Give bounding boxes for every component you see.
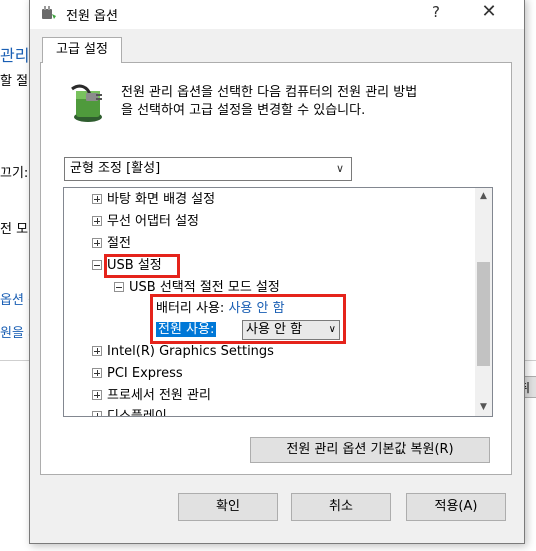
tree-item-usb-selective-suspend[interactable]: USB 선택적 절전 모드 설정	[114, 278, 280, 298]
chevron-down-icon: ∨	[328, 324, 336, 335]
tree-item-label: 프로세서 전원 관리	[107, 388, 211, 403]
bg-text-fragment: 끄기:	[0, 166, 29, 181]
plugged-in-value: 사용 안 함	[246, 322, 303, 337]
plugged-in-value-select[interactable]: 사용 안 함 ∨	[242, 320, 340, 340]
tab-advanced-settings[interactable]: 고급 설정	[42, 37, 122, 63]
tree-item-plugged-in[interactable]: 전원 사용:	[156, 320, 217, 340]
description-text: 전원 관리 옵션을 선택한 다음 컴퓨터의 전원 관리 방법 을 선택하여 고급…	[121, 84, 501, 120]
settings-tree[interactable]: 바탕 화면 배경 설정 무선 어댑터 설정 절전 USB 설정 USB 선택적 …	[63, 187, 493, 417]
chevron-down-icon: ∨	[335, 162, 344, 175]
battery-label: 배터리 사용:	[156, 301, 225, 316]
power-plan-value: 균형 조정 [활성]	[70, 161, 161, 176]
tree-item-label: PCI Express	[107, 366, 183, 381]
restore-defaults-button[interactable]: 전원 관리 옵션 기본값 복원(R)	[250, 437, 490, 463]
bg-text-fragment: 할 절	[0, 74, 29, 89]
tree-item-pci-express[interactable]: PCI Express	[92, 364, 183, 384]
tree-item-wireless-adapter[interactable]: 무선 어댑터 설정	[92, 212, 199, 232]
tree-item-label: 무선 어댑터 설정	[107, 214, 199, 229]
cancel-button[interactable]: 취소	[291, 493, 391, 521]
tree-item-on-battery[interactable]: 배터리 사용: 사용 안 함	[156, 299, 285, 319]
close-button[interactable]: ✕	[474, 1, 504, 22]
dialog-title: 전원 옵션	[66, 9, 118, 24]
battery-value-link[interactable]: 사용 안 함	[228, 301, 284, 316]
expand-plus-icon[interactable]	[92, 194, 102, 204]
help-button[interactable]: ?	[426, 3, 446, 21]
expand-plus-icon[interactable]	[92, 390, 102, 400]
tree-item-label: 바탕 화면 배경 설정	[107, 192, 216, 207]
tree-item-label: 디스플레이	[107, 409, 167, 417]
plugged-in-label: 전원 사용:	[156, 322, 217, 337]
collapse-minus-icon[interactable]	[114, 282, 124, 292]
expand-plus-icon[interactable]	[92, 216, 102, 226]
power-plan-select[interactable]: 균형 조정 [활성] ∨	[64, 157, 352, 181]
tree-item-label: USB 선택적 절전 모드 설정	[129, 280, 280, 295]
tree-item-usb-settings[interactable]: USB 설정	[92, 256, 162, 276]
apply-button[interactable]: 적용(A)	[406, 493, 506, 521]
expand-plus-icon[interactable]	[92, 346, 102, 356]
bg-text-fragment: 전 모	[0, 222, 29, 237]
description-line: 을 선택하여 고급 설정을 변경할 수 있습니다.	[121, 103, 366, 118]
tree-item-sleep[interactable]: 절전	[92, 234, 131, 254]
tree-item-processor-power[interactable]: 프로세서 전원 관리	[92, 386, 211, 406]
tree-item-intel-graphics[interactable]: Intel(R) Graphics Settings	[92, 342, 274, 362]
scroll-down-arrow-icon[interactable]: ▼	[475, 399, 492, 416]
tree-item-display[interactable]: 디스플레이	[92, 407, 167, 417]
description-line: 전원 관리 옵션을 선택한 다음 컴퓨터의 전원 관리 방법	[121, 85, 418, 100]
advanced-settings-panel: 전원 관리 옵션을 선택한 다음 컴퓨터의 전원 관리 방법 을 선택하여 고급…	[40, 62, 512, 475]
battery-plug-icon	[71, 84, 102, 122]
bg-title-fragment: 관리	[0, 46, 30, 65]
expand-plus-icon[interactable]	[92, 238, 102, 248]
power-options-dialog: 전원 옵션 ? ✕ 고급 설정 전원 관리 옵션을 선택한 다음 컴퓨터의 전원…	[29, 0, 525, 544]
expand-plus-icon[interactable]	[92, 411, 102, 416]
tree-item-label: Intel(R) Graphics Settings	[107, 344, 274, 359]
title-bar[interactable]: 전원 옵션 ? ✕	[30, 0, 524, 29]
tree-item-desktop-background[interactable]: 바탕 화면 배경 설정	[92, 190, 215, 210]
tree-scrollbar[interactable]: ▲ ▼	[475, 188, 492, 416]
tree-item-label: 절전	[107, 236, 131, 251]
tree-item-label: USB 설정	[107, 258, 162, 273]
collapse-minus-icon[interactable]	[92, 260, 102, 270]
expand-plus-icon[interactable]	[92, 368, 102, 378]
scrollbar-thumb[interactable]	[477, 262, 490, 366]
power-options-icon	[42, 6, 56, 19]
scroll-up-arrow-icon[interactable]: ▲	[475, 188, 492, 205]
ok-button[interactable]: 확인	[178, 493, 278, 521]
